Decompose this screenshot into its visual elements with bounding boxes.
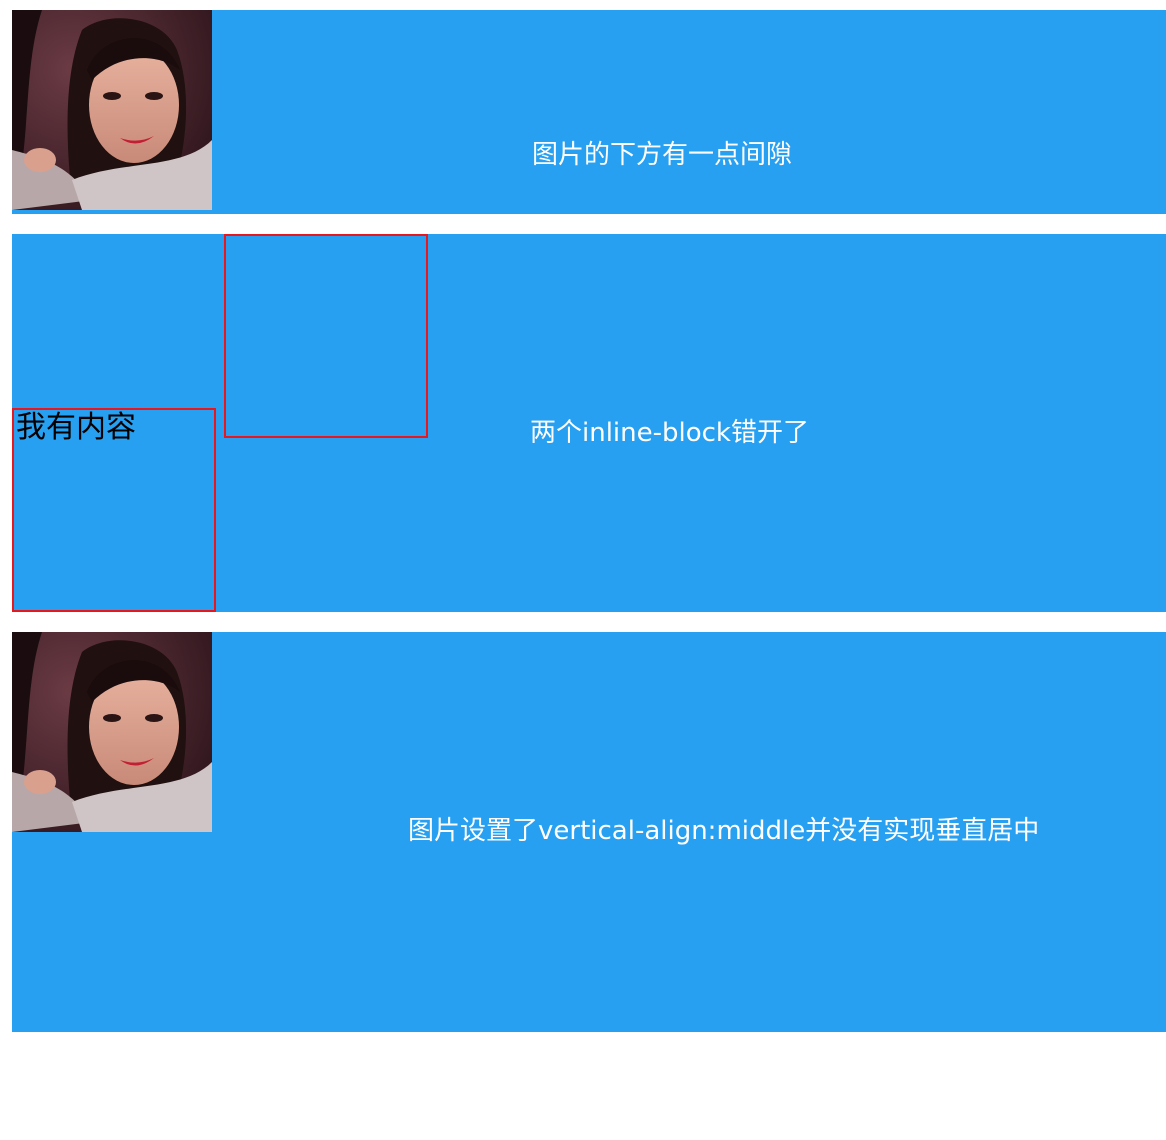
inline-block-box-empty xyxy=(224,234,428,438)
demo-inline-block-misaligned: 我有内容 两个inline-block错开了 xyxy=(12,234,1166,612)
section1-caption: 图片的下方有一点间隙 xyxy=(532,140,793,170)
demo-vertical-align-middle: 图片设置了vertical-align:middle并没有实现垂直居中 xyxy=(12,632,1166,1032)
inline-block-box-with-content: 我有内容 xyxy=(12,408,216,612)
portrait-photo xyxy=(12,10,212,210)
box-content-text: 我有内容 xyxy=(16,410,136,445)
demo-block-image-gap: 图片的下方有一点间隙 xyxy=(12,10,1166,214)
section3-caption: 图片设置了vertical-align:middle并没有实现垂直居中 xyxy=(408,816,1040,846)
section2-caption: 两个inline-block错开了 xyxy=(530,418,809,448)
portrait-photo xyxy=(12,632,212,832)
